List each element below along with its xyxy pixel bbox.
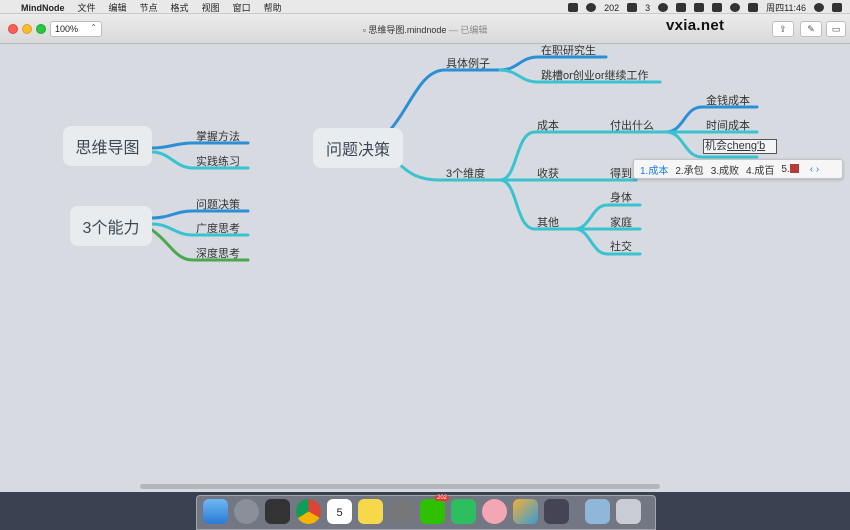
video-editor-icon[interactable] (544, 499, 569, 524)
node-get[interactable]: 得到 (610, 165, 632, 181)
netease-music-icon[interactable] (482, 499, 507, 524)
calendar-day: 5 (336, 507, 343, 519)
finder-icon[interactable] (203, 499, 228, 524)
node-breadth-thinking[interactable]: 广度思考 (196, 220, 240, 236)
wechat-icon[interactable]: 202 (420, 495, 449, 524)
downloads-folder-icon[interactable] (585, 499, 610, 524)
branch-line (388, 68, 502, 132)
node-example[interactable]: 具体例子 (446, 55, 490, 71)
root-node-problem-decision[interactable]: 问题决策 (313, 128, 403, 168)
node-other[interactable]: 其他 (537, 214, 559, 230)
node-master-methods[interactable]: 掌握方法 (196, 128, 240, 144)
ime-candidate-4[interactable]: 4.成百 (746, 162, 774, 177)
chrome-icon[interactable] (296, 499, 321, 524)
ime-candidate-bar: 1.成本 2.承包 3.成败 4.成百 5. ‹ › (633, 159, 843, 179)
ime-candidate-1[interactable]: 1.成本 (640, 162, 668, 177)
node-depth-thinking[interactable]: 深度思考 (196, 245, 240, 261)
node-job-options[interactable]: 跳槽or创业or继续工作 (541, 67, 649, 83)
node-money-cost[interactable]: 金钱成本 (706, 92, 750, 108)
node-three-dimensions[interactable]: 3个维度 (446, 165, 485, 181)
ime-candidate-3[interactable]: 3.成败 (711, 162, 739, 177)
dock: 5 202 (196, 495, 656, 530)
ime-page-arrows-icon[interactable]: ‹ › (810, 164, 819, 175)
node-problem-decision[interactable]: 问题决策 (196, 196, 240, 212)
horizontal-scrollbar[interactable] (140, 484, 660, 489)
node-family[interactable]: 家庭 (610, 214, 632, 230)
wechat-badge: 202 (434, 495, 449, 501)
trash-icon[interactable] (616, 499, 641, 524)
ime-emoji-icon (789, 164, 799, 174)
branch-line (150, 209, 250, 220)
launchpad-icon[interactable] (234, 499, 259, 524)
desktop-bottom: 5 202 (0, 492, 850, 530)
mission-control-icon[interactable] (265, 499, 290, 524)
root-node-three-abilities[interactable]: 3个能力 (70, 206, 152, 246)
mindnode-window: 100% ⌃ ▫ 思维导图.mindnode — 已编辑 vxia.net ⇪ … (0, 14, 850, 492)
calendar-icon[interactable]: 5 (327, 499, 352, 524)
node-gain[interactable]: 收获 (537, 165, 559, 181)
node-practice[interactable]: 实践练习 (196, 153, 240, 169)
node-cost[interactable]: 成本 (537, 117, 559, 133)
node-edit-field[interactable]: 机会cheng'b (703, 139, 777, 154)
node-body[interactable]: 身体 (610, 189, 632, 205)
node-what-to-pay[interactable]: 付出什么 (610, 117, 654, 133)
mindnode-icon[interactable] (513, 499, 538, 524)
system-preferences-icon[interactable] (389, 499, 414, 524)
evernote-icon[interactable] (451, 499, 476, 524)
ime-candidate-2[interactable]: 2.承包 (675, 162, 703, 177)
notes-icon[interactable] (358, 499, 383, 524)
ime-candidate-5[interactable]: 5. (781, 164, 799, 175)
root-node-mindmap[interactable]: 思维导图 (63, 126, 152, 166)
edit-committed-text: 机会 (705, 140, 727, 152)
node-social[interactable]: 社交 (610, 238, 632, 254)
mindmap-canvas[interactable]: 思维导图 3个能力 问题决策 掌握方法 实践练习 问题决策 广度思考 深度思考 … (0, 44, 850, 492)
node-time-cost[interactable]: 时间成本 (706, 117, 750, 133)
node-grad-school[interactable]: 在职研究生 (541, 42, 596, 58)
edit-pinyin-text: cheng'b (727, 140, 766, 152)
